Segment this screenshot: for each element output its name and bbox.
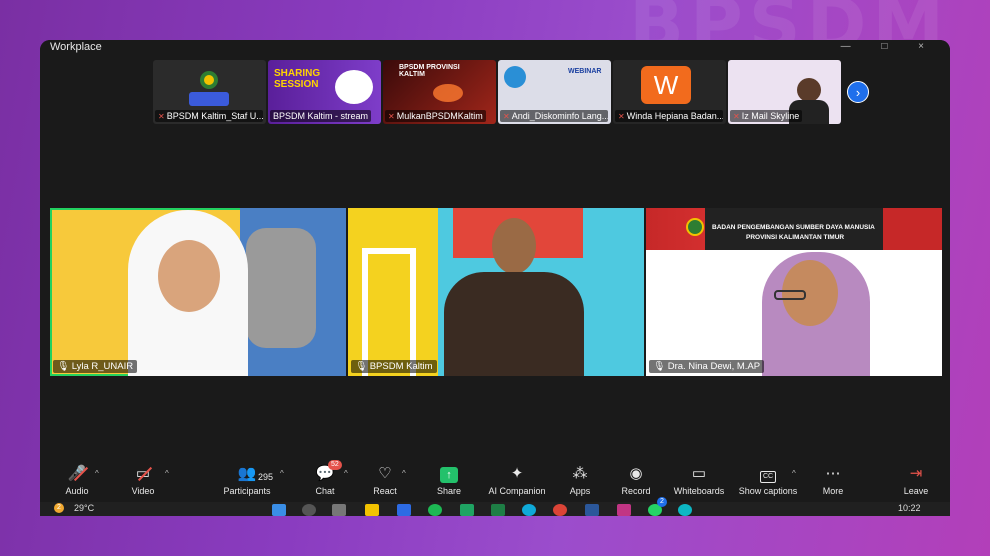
word-icon[interactable] [585, 504, 599, 516]
more-icon: ⋯ [825, 465, 841, 482]
next-page-button[interactable]: › [847, 81, 869, 103]
muted-mic-icon: ✕ [158, 112, 165, 121]
more-button[interactable]: ⋯ More [802, 464, 864, 496]
muted-mic-icon: ✕ [618, 112, 625, 121]
react-options-caret[interactable]: ^ [402, 469, 406, 478]
zoom-window: Workplace — □ × ✕ BPSDM Kaltim_Staf U... … [40, 40, 950, 516]
record-icon: ◉ [629, 465, 643, 482]
thumbnail-2[interactable]: SHARING SESSION BPSDM Kaltim - stream [268, 60, 381, 124]
drive-icon[interactable] [460, 504, 474, 516]
weather-temp[interactable]: 29°C [74, 503, 94, 513]
sparkle-icon: ✦ [510, 465, 524, 482]
audio-options-caret[interactable]: ^ [95, 469, 99, 478]
muted-mic-icon: ✕ [388, 112, 395, 121]
chat-badge: 52 [328, 460, 342, 470]
show-captions-button[interactable]: CC Show captions [737, 464, 799, 496]
zoom-app-icon[interactable] [397, 504, 411, 516]
tile-name: 🎙 Lyla R_UNAIR [53, 360, 138, 373]
muted-mic-icon: ✕ [503, 112, 510, 121]
windows-start-icon[interactable] [272, 504, 286, 516]
avatar: W [641, 66, 691, 104]
video-tile-2[interactable]: 🎙 BPSDM Kaltim [348, 208, 644, 376]
session-graphic [335, 70, 373, 104]
thumbnail-name: ✕ BPSDM Kaltim_Staf U... [155, 110, 263, 122]
whiteboard-icon: ▭ [691, 465, 707, 482]
window-title: Workplace [50, 41, 102, 53]
statue-graphic [246, 228, 316, 348]
exit-icon: ⇥ [909, 465, 923, 482]
meeting-toolbar: 🎤 Audio ^ ▭ Video ^ 👥295 Participants ^ … [40, 460, 950, 502]
participant-face [797, 78, 821, 102]
webinar-label: WEBINAR [568, 68, 602, 75]
banner-title: BADAN PENGEMBANGAN SUMBER DAYA MANUSIA [712, 224, 875, 231]
participants-options-caret[interactable]: ^ [280, 469, 284, 478]
apps-badge: 2 [657, 497, 667, 507]
video-tile-3[interactable]: BADAN PENGEMBANGAN SUMBER DAYA MANUSIA P… [646, 208, 942, 376]
participant-face [492, 218, 536, 274]
share-button[interactable]: ↑ Share [418, 464, 480, 496]
record-button[interactable]: ◉ Record [605, 464, 667, 496]
excel-icon[interactable] [491, 504, 505, 516]
video-options-caret[interactable]: ^ [165, 469, 169, 478]
thumbnail-name: ✕ MulkanBPSDMKaltim [385, 110, 486, 122]
spotify-icon[interactable] [428, 504, 442, 516]
heart-icon: ♡ [378, 465, 392, 482]
glasses [774, 290, 806, 300]
file-explorer-icon[interactable] [365, 504, 379, 516]
thumbnail-name: ✕ Winda Hepiana Badan... [615, 110, 723, 122]
thumbnail-4[interactable]: WEBINAR ✕ Andi_Diskominfo Lang... [498, 60, 611, 124]
diskominfo-logo [504, 66, 526, 88]
title-bar: Workplace — □ × [40, 40, 950, 58]
captions-icon: CC [737, 464, 799, 484]
task-view-icon[interactable] [332, 504, 346, 516]
tile-name: 🎙 Dra. Nina Dewi, M.AP [649, 360, 765, 373]
thumbnail-6[interactable]: ✕ Iz Mail Skyline [728, 60, 841, 124]
mic-icon: 🎙 [57, 361, 72, 372]
thumbnail-3[interactable]: BPSDM PROVINSI KALTIM ✕ MulkanBPSDMKaltim [383, 60, 496, 124]
sharing-session-title: SHARING SESSION [274, 68, 321, 90]
participant-face [158, 240, 220, 312]
participants-icon: 👥 295 [237, 465, 274, 482]
thumbnail-name: BPSDM Kaltim - stream [270, 110, 372, 122]
white-frame [362, 248, 416, 376]
banner-subtitle: PROVINSI KALIMANTAN TIMUR [746, 234, 845, 241]
mic-icon: 🎙 [355, 361, 370, 372]
muted-mic-icon: ✕ [733, 112, 740, 121]
telegram-icon[interactable] [678, 504, 692, 516]
os-taskbar: 2 29°C 2 10:22 [40, 497, 950, 516]
chat-options-caret[interactable]: ^ [344, 469, 348, 478]
participants-button[interactable]: 👥 295 Participants [216, 464, 278, 496]
react-button[interactable]: ♡ React [354, 464, 416, 496]
share-icon: ↑ [418, 464, 480, 484]
glow-graphic [433, 84, 463, 102]
edge-icon[interactable] [522, 504, 536, 516]
weather-badge: 2 [54, 503, 64, 513]
chrome-icon[interactable] [553, 504, 567, 516]
batik-shirt [444, 272, 584, 376]
bpsdm-provinsi-label: BPSDM PROVINSI KALTIM [399, 64, 460, 78]
leave-button[interactable]: ⇥ Leave [885, 464, 947, 496]
apps-icon: ⁂ [572, 465, 588, 482]
video-tile-1[interactable]: 🎙 Lyla R_UNAIR [50, 208, 346, 376]
tile-name: 🎙 BPSDM Kaltim [351, 360, 437, 373]
thumbnail-name: ✕ Andi_Diskominfo Lang... [500, 110, 608, 122]
thumbnail-5[interactable]: W ✕ Winda Hepiana Badan... [613, 60, 726, 124]
apps-button[interactable]: ⁂ Apps [549, 464, 611, 496]
ai-companion-button[interactable]: ✦ AI Companion [486, 464, 548, 496]
window-controls[interactable]: — □ × [841, 40, 938, 54]
mic-icon: 🎙 [653, 361, 668, 372]
thumbnail-name: ✕ Iz Mail Skyline [730, 110, 803, 122]
instagram-icon[interactable] [617, 504, 631, 516]
clock[interactable]: 10:22 [898, 503, 921, 513]
pemprov-logo [686, 218, 704, 236]
whiteboards-button[interactable]: ▭ Whiteboards [668, 464, 730, 496]
captions-options-caret[interactable]: ^ [792, 469, 796, 478]
search-icon[interactable] [302, 504, 316, 516]
thumbnail-1[interactable]: ✕ BPSDM Kaltim_Staf U... [153, 60, 266, 124]
